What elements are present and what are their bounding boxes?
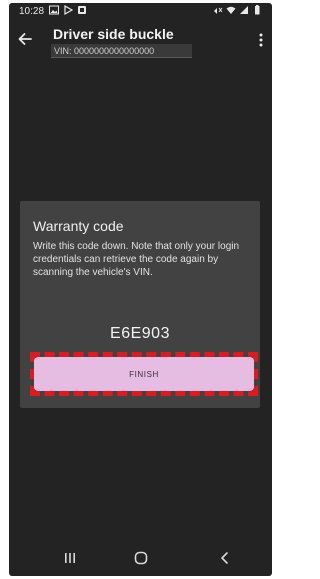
back-icon[interactable] bbox=[216, 549, 234, 567]
dialog-title: Warranty code bbox=[33, 218, 124, 234]
more-options-icon[interactable] bbox=[256, 32, 266, 48]
wifi-icon bbox=[226, 6, 236, 14]
status-bar: 10:28 bbox=[9, 3, 272, 21]
signal-icon bbox=[240, 6, 248, 14]
battery-icon bbox=[255, 5, 260, 15]
app-bar: Driver side buckle VIN: 0000000000000000 bbox=[9, 21, 272, 65]
status-icons-left bbox=[49, 5, 87, 15]
warranty-code-dialog: Warranty code Write this code down. Note… bbox=[20, 201, 260, 408]
vin-field: VIN: 0000000000000000 bbox=[51, 44, 192, 58]
status-time: 10:28 bbox=[19, 6, 45, 17]
phone-screen: 10:28 Driver side buckle VIN: 0000000000… bbox=[9, 3, 272, 576]
mute-icon bbox=[214, 7, 223, 14]
recents-icon[interactable] bbox=[61, 549, 79, 567]
back-arrow-icon[interactable] bbox=[17, 31, 33, 47]
page-title: Driver side buckle bbox=[53, 26, 174, 42]
notification-icon bbox=[78, 6, 86, 14]
warranty-code-value: E6E903 bbox=[110, 325, 170, 342]
gallery-icon bbox=[49, 5, 59, 15]
navigation-bar bbox=[9, 540, 272, 576]
finish-button[interactable]: FINISH bbox=[34, 357, 254, 391]
status-icons-right bbox=[213, 5, 262, 15]
home-icon[interactable] bbox=[132, 549, 150, 567]
play-store-icon bbox=[64, 5, 73, 15]
dialog-message: Write this code down. Note that only you… bbox=[33, 241, 240, 278]
